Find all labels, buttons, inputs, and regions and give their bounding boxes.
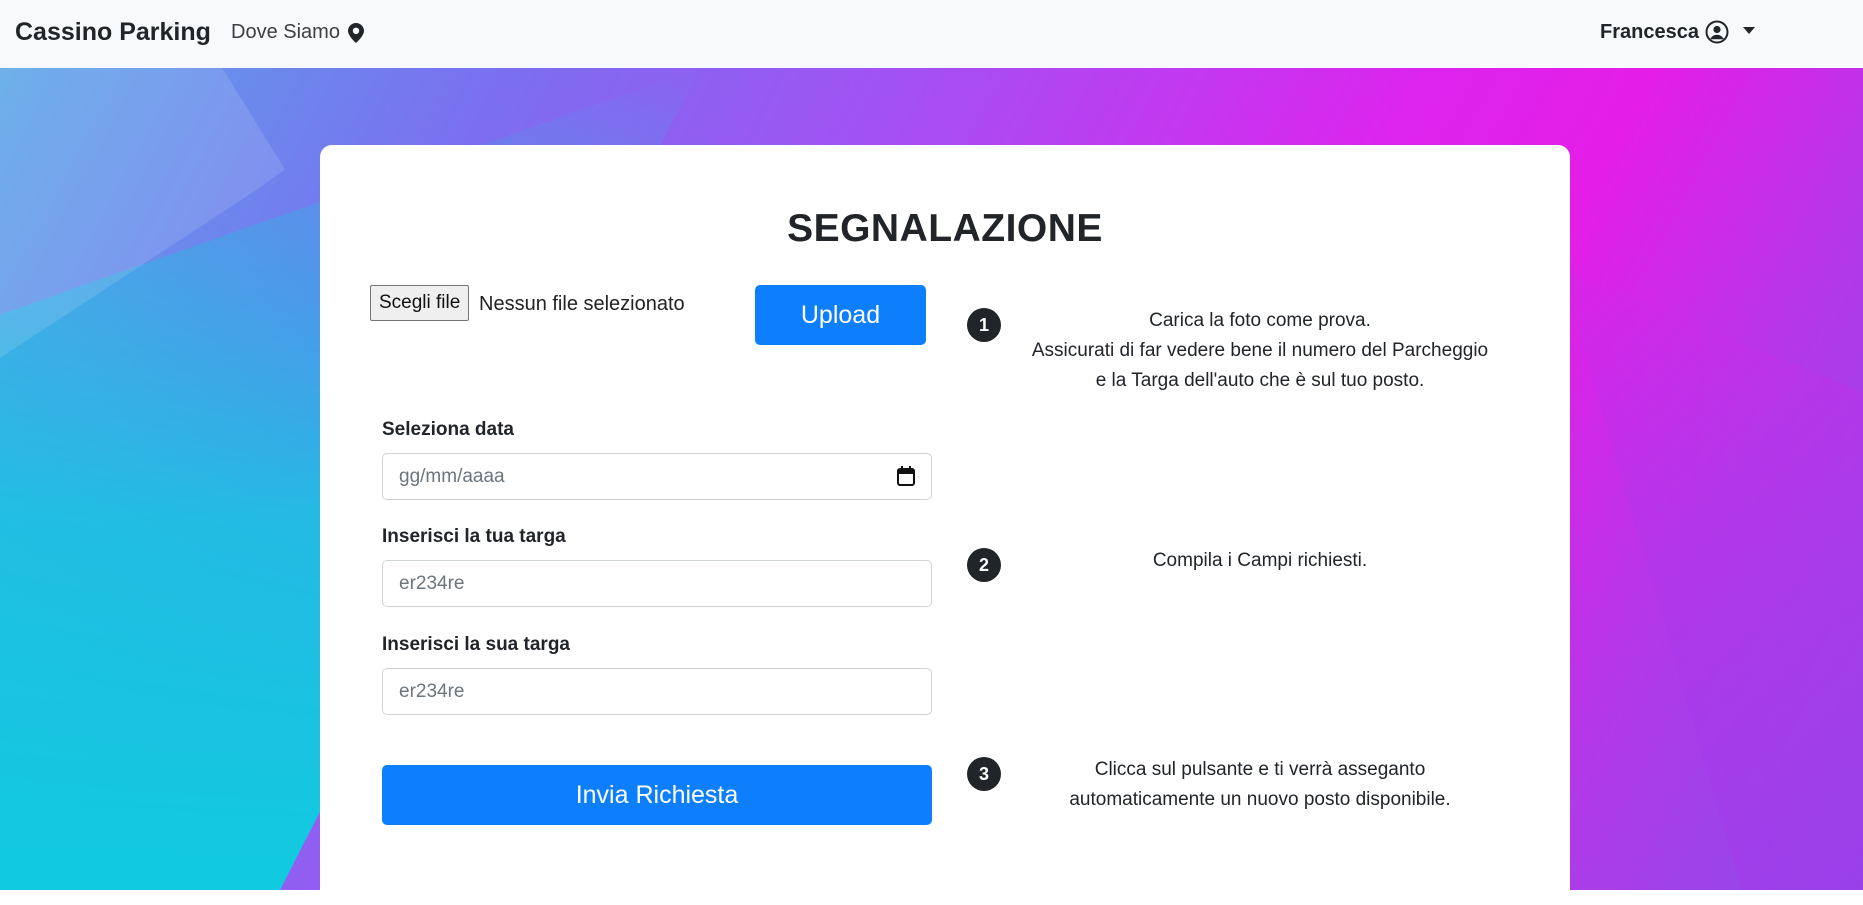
date-placeholder: gg/mm/aaaa (399, 466, 505, 487)
report-card: SEGNALAZIONE Scegli file Nessun file sel… (320, 145, 1570, 905)
background-shape-right (1560, 268, 1863, 890)
user-menu[interactable]: Francesca (1600, 20, 1755, 44)
their-plate-placeholder: er234re (399, 681, 465, 702)
caret-down-icon (1742, 26, 1755, 34)
step-3-line: Clicca sul pulsante e ti verrà asseganto (1094, 759, 1426, 780)
their-plate-label: Inserisci la sua targa (382, 634, 570, 655)
step-text-2: Compila i Campi richiesti. (1010, 546, 1510, 576)
map-pin-icon (347, 22, 364, 43)
navbar: Cassino Parking Dove Siamo Francesca (0, 0, 1863, 68)
nav-link-dove-siamo[interactable]: Dove Siamo (231, 21, 364, 44)
calendar-icon[interactable] (897, 466, 915, 486)
upload-button[interactable]: Upload (755, 285, 926, 345)
step-text-1: Carica la foto come prova. Assicurati di… (1010, 306, 1510, 396)
step-1-line: Assicurati di far vedere bene il numero … (1031, 340, 1489, 361)
my-plate-input[interactable]: er234re (382, 560, 932, 607)
step-3-line: automaticamente un nuovo posto disponibi… (1069, 789, 1451, 810)
submit-button[interactable]: Invia Richiesta (382, 765, 932, 825)
step-number-1: 1 (967, 308, 1001, 342)
my-plate-label: Inserisci la tua targa (382, 526, 566, 547)
date-label: Seleziona data (382, 419, 514, 440)
file-status: Nessun file selezionato (479, 293, 685, 315)
user-name: Francesca (1600, 20, 1699, 43)
step-1-line: e la Targa dell'auto che è sul tuo posto… (1095, 370, 1425, 391)
my-plate-placeholder: er234re (399, 573, 465, 594)
step-1-line: Carica la foto come prova. (1149, 310, 1371, 331)
brand-logo[interactable]: Cassino Parking (15, 18, 211, 47)
step-number-2: 2 (967, 548, 1001, 582)
nav-link-label: Dove Siamo (231, 21, 340, 43)
step-text-3: Clicca sul pulsante e ti verrà asseganto… (1010, 755, 1510, 815)
user-circle-icon (1705, 20, 1729, 44)
page-title: SEGNALAZIONE (787, 207, 1103, 250)
their-plate-input[interactable]: er234re (382, 668, 932, 715)
step-2-line: Compila i Campi richiesti. (1152, 550, 1368, 571)
date-input[interactable]: gg/mm/aaaa (382, 453, 932, 500)
choose-file-button[interactable]: Scegli file (370, 285, 470, 321)
step-number-3: 3 (967, 757, 1001, 791)
